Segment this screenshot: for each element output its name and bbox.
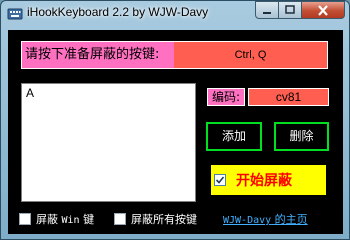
start-blocking-toggle[interactable]: 开始屏蔽 <box>211 165 326 195</box>
homepage-link-suffix: 的主页 <box>274 213 308 226</box>
blocked-keys-list[interactable]: A <box>21 83 196 202</box>
homepage-link[interactable]: WJW-Davy 的主页 <box>223 211 308 227</box>
maximize-button[interactable] <box>278 1 302 19</box>
minimize-icon <box>263 12 271 14</box>
block-all-keys-label: 屏蔽所有按键 <box>131 213 197 226</box>
block-all-keys-option[interactable]: 屏蔽所有按键 <box>114 211 197 227</box>
block-win-suffix: 键 <box>83 213 95 226</box>
checkmark-icon <box>215 176 225 184</box>
close-icon <box>318 5 328 16</box>
minimize-button[interactable] <box>255 1 279 19</box>
block-win-key-option[interactable]: 屏蔽 Win 键 <box>19 211 94 227</box>
close-button[interactable] <box>301 1 345 19</box>
hotkey-prompt-label: 请按下准备屏蔽的按键: <box>22 42 174 68</box>
client-area: 请按下准备屏蔽的按键: Ctrl, Q A 编码: cv81 添加 删除 开始屏… <box>8 30 343 234</box>
code-field[interactable]: cv81 <box>248 88 329 106</box>
list-item[interactable]: A <box>22 84 195 100</box>
block-win-prefix: 屏蔽 <box>36 213 58 226</box>
title-bar[interactable]: iHookKeyboard 2.2 by WJW-Davy <box>1 1 349 27</box>
block-win-key-checkbox[interactable] <box>19 213 31 225</box>
code-label: 编码: <box>207 88 245 106</box>
block-win-key-label: 屏蔽 Win 键 <box>36 211 94 227</box>
window-title: iHookKeyboard 2.2 by WJW-Davy <box>27 5 209 19</box>
maximize-icon <box>285 5 295 14</box>
app-window: iHookKeyboard 2.2 by WJW-Davy 请按下准备屏蔽的按键… <box>0 0 350 240</box>
homepage-link-name: WJW-Davy <box>223 215 272 226</box>
win-word: Win <box>61 215 80 226</box>
add-button[interactable]: 添加 <box>206 122 262 151</box>
hotkey-field[interactable]: Ctrl, Q <box>174 42 327 68</box>
hotkey-capture-bar: 请按下准备屏蔽的按键: Ctrl, Q <box>21 41 328 69</box>
start-blocking-label: 开始屏蔽 <box>236 173 292 189</box>
block-all-keys-checkbox[interactable] <box>114 213 126 225</box>
keyboard-app-icon <box>7 6 23 22</box>
delete-button[interactable]: 删除 <box>274 122 329 151</box>
start-blocking-checkbox[interactable] <box>214 174 226 186</box>
